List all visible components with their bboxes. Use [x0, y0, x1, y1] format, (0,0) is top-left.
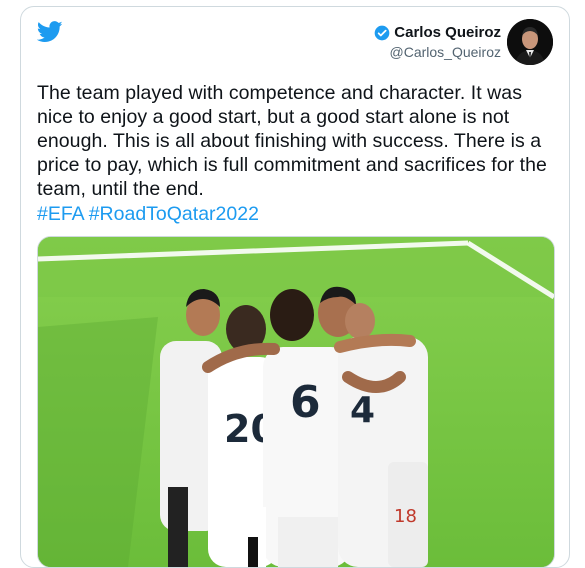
author-names: Carlos Queiroz @Carlos_Queiroz	[374, 24, 501, 60]
jersey-number: 6	[290, 377, 321, 428]
jersey-number: 4	[350, 390, 375, 431]
tweet-photo[interactable]: 20 6 4 18	[37, 236, 555, 567]
verified-badge-icon	[374, 25, 390, 40]
hashtag-link[interactable]: #EFA	[37, 203, 85, 225]
tweet-text: The team played with competence and char…	[37, 82, 547, 200]
hashtag-link[interactable]: #RoadToQatar2022	[89, 203, 259, 225]
hashtags: #EFA #RoadToQatar2022	[37, 203, 263, 226]
author-name-row: Carlos Queiroz	[374, 24, 501, 41]
team-celebration-photo: 20 6 4 18	[38, 237, 554, 567]
avatar[interactable]	[507, 19, 553, 65]
author-handle[interactable]: @Carlos_Queiroz	[374, 44, 501, 60]
tweet-card[interactable]: Carlos Queiroz @Carlos_Queiroz The team …	[20, 6, 570, 568]
author-display-name[interactable]: Carlos Queiroz	[394, 24, 501, 41]
author-block[interactable]: Carlos Queiroz @Carlos_Queiroz	[374, 19, 553, 65]
avatar-portrait	[507, 19, 553, 65]
jersey-number: 18	[394, 506, 417, 527]
twitter-bird-icon[interactable]	[37, 21, 63, 43]
